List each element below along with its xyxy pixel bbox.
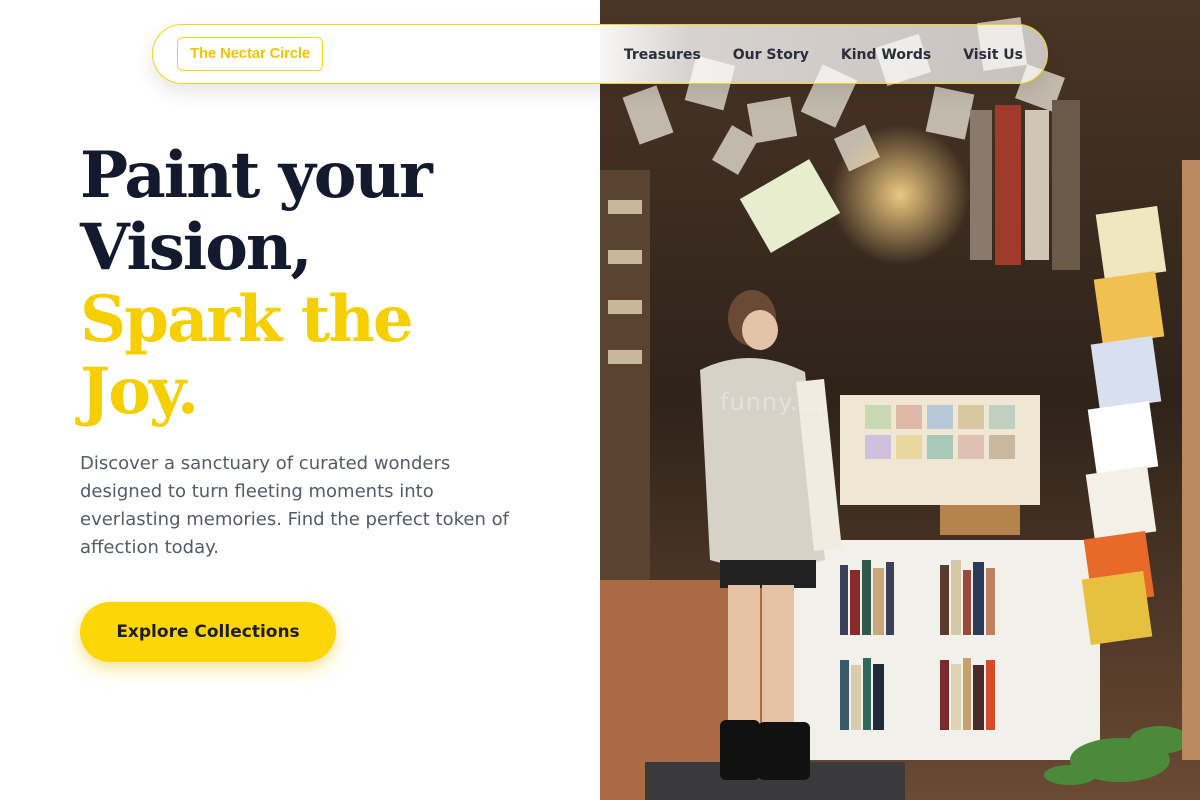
hero-title-accent-line: Spark the xyxy=(80,282,414,357)
hero-title-accent-line: Joy. xyxy=(80,354,199,429)
nav-link-kind-words[interactable]: Kind Words xyxy=(841,47,931,63)
hero-title-line: Paint your xyxy=(80,138,433,213)
top-navigation: The Nectar Circle Treasures Our Story Ki… xyxy=(152,24,1048,84)
bookshop-illustration xyxy=(600,0,1200,800)
hero-title: Paint your Vision, Spark the Joy. xyxy=(80,140,580,428)
brand-logo[interactable]: The Nectar Circle xyxy=(177,37,323,71)
photo-watermark: funny.... xyxy=(720,388,825,416)
explore-collections-button[interactable]: Explore Collections xyxy=(80,602,336,662)
hero-photo: funny.... xyxy=(600,0,1200,800)
hero-description: Discover a sanctuary of curated wonders … xyxy=(80,453,509,558)
hero-title-line: Vision, xyxy=(80,210,313,285)
nav-link-our-story[interactable]: Our Story xyxy=(733,47,809,63)
nav-links: Treasures Our Story Kind Words Visit Us xyxy=(624,25,1023,85)
nav-link-treasures[interactable]: Treasures xyxy=(624,47,701,63)
nav-link-visit-us[interactable]: Visit Us xyxy=(963,47,1023,63)
